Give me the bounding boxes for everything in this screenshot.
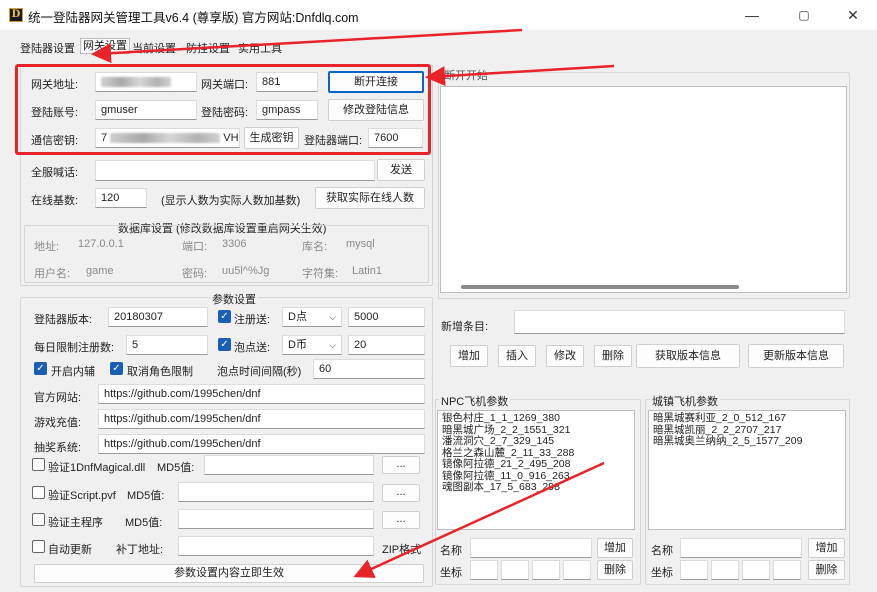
arrow-to-apply-button bbox=[353, 461, 605, 578]
arrow-to-gateway-box bbox=[425, 64, 615, 87]
annotation-arrows bbox=[91, 28, 615, 578]
arrow-to-tab bbox=[91, 28, 523, 64]
